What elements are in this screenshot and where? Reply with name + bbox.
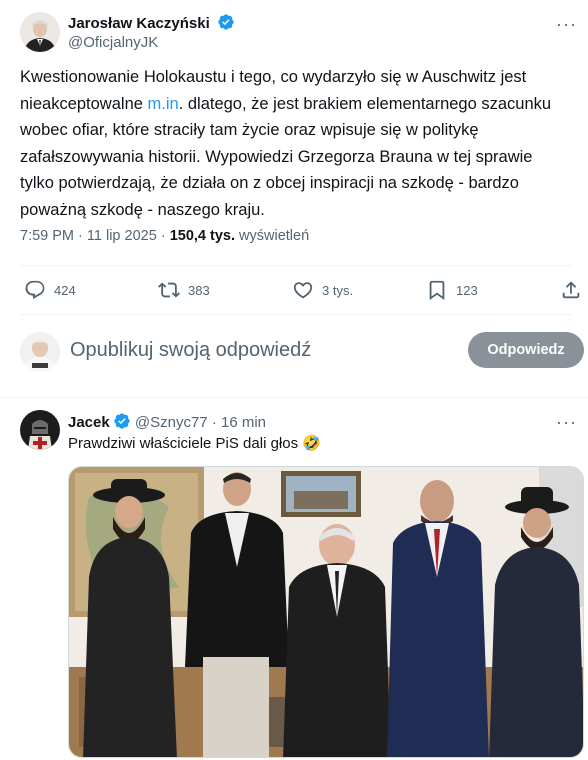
user-avatar[interactable] [20, 332, 60, 372]
reply-time[interactable]: 16 min [221, 414, 266, 431]
reply-author-handle[interactable]: @Sznyc77 [135, 414, 208, 431]
tweet-text: Kwestionowanie Holokaustu i tego, co wyd… [20, 64, 568, 223]
action-bar: 424 383 3 tys. 123 [20, 276, 588, 304]
reply-text: Prawdziwi właściciele PiS dali głos 🤣 [68, 435, 321, 452]
share-action[interactable] [560, 276, 588, 304]
more-options-icon[interactable]: ··· [556, 14, 577, 35]
reply-input[interactable]: Opublikuj swoją odpowiedź [70, 339, 311, 362]
tweet-link[interactable]: m.in [148, 95, 179, 113]
more-options-icon[interactable]: ··· [556, 412, 577, 433]
author-name-row[interactable]: Jarosław Kaczyński [68, 13, 235, 33]
tweet-text-part: . dlatego, że jest brakiem elementarnego… [20, 94, 552, 219]
reply-tweet[interactable]: Jacek @Sznyc77 · 16 min ··· Prawdziwi wł… [0, 398, 588, 760]
heart-icon [293, 282, 313, 299]
author-name[interactable]: Jarosław Kaczyński [68, 15, 210, 32]
verified-badge-icon [113, 412, 131, 430]
reply-count: 424 [54, 282, 76, 298]
views-count: 150,4 tys. [169, 228, 235, 244]
divider [20, 314, 572, 315]
meta-separator: · [211, 414, 217, 431]
repost-icon [158, 282, 180, 298]
author-handle[interactable]: @OficjalnyJK [68, 34, 158, 51]
reply-photo[interactable] [68, 466, 584, 758]
reply-composer: Opublikuj swoją odpowiedź Odpowiedz [0, 322, 588, 384]
bookmark-action[interactable]: 123 [426, 276, 478, 304]
tweet-date[interactable]: 11 lip 2025 [87, 228, 157, 244]
reply-action[interactable]: 424 [24, 276, 76, 304]
views-label: wyświetleń [239, 228, 310, 244]
tweet-meta: 7:59 PM · 11 lip 2025 · 150,4 tys. wyświ… [20, 228, 309, 244]
author-avatar[interactable] [20, 12, 60, 52]
divider [20, 265, 572, 266]
reply-button[interactable]: Odpowiedz [468, 332, 584, 368]
group-photo-image [69, 467, 583, 757]
meta-separator: · [78, 228, 83, 244]
reply-header: Jacek @Sznyc77 · 16 min [68, 412, 266, 431]
tweet-time[interactable]: 7:59 PM [20, 228, 74, 244]
repost-action[interactable]: 383 [158, 276, 210, 304]
share-icon [562, 281, 580, 299]
bookmark-count: 123 [456, 282, 478, 298]
bookmark-icon [429, 280, 445, 301]
like-count: 3 tys. [322, 282, 354, 298]
reply-author-name[interactable]: Jacek [68, 414, 110, 431]
verified-badge-icon [217, 13, 235, 31]
reply-icon [25, 280, 45, 300]
repost-count: 383 [188, 282, 210, 298]
like-action[interactable]: 3 tys. [292, 276, 353, 304]
meta-separator: · [160, 228, 166, 244]
reply-author-avatar[interactable] [20, 410, 60, 450]
